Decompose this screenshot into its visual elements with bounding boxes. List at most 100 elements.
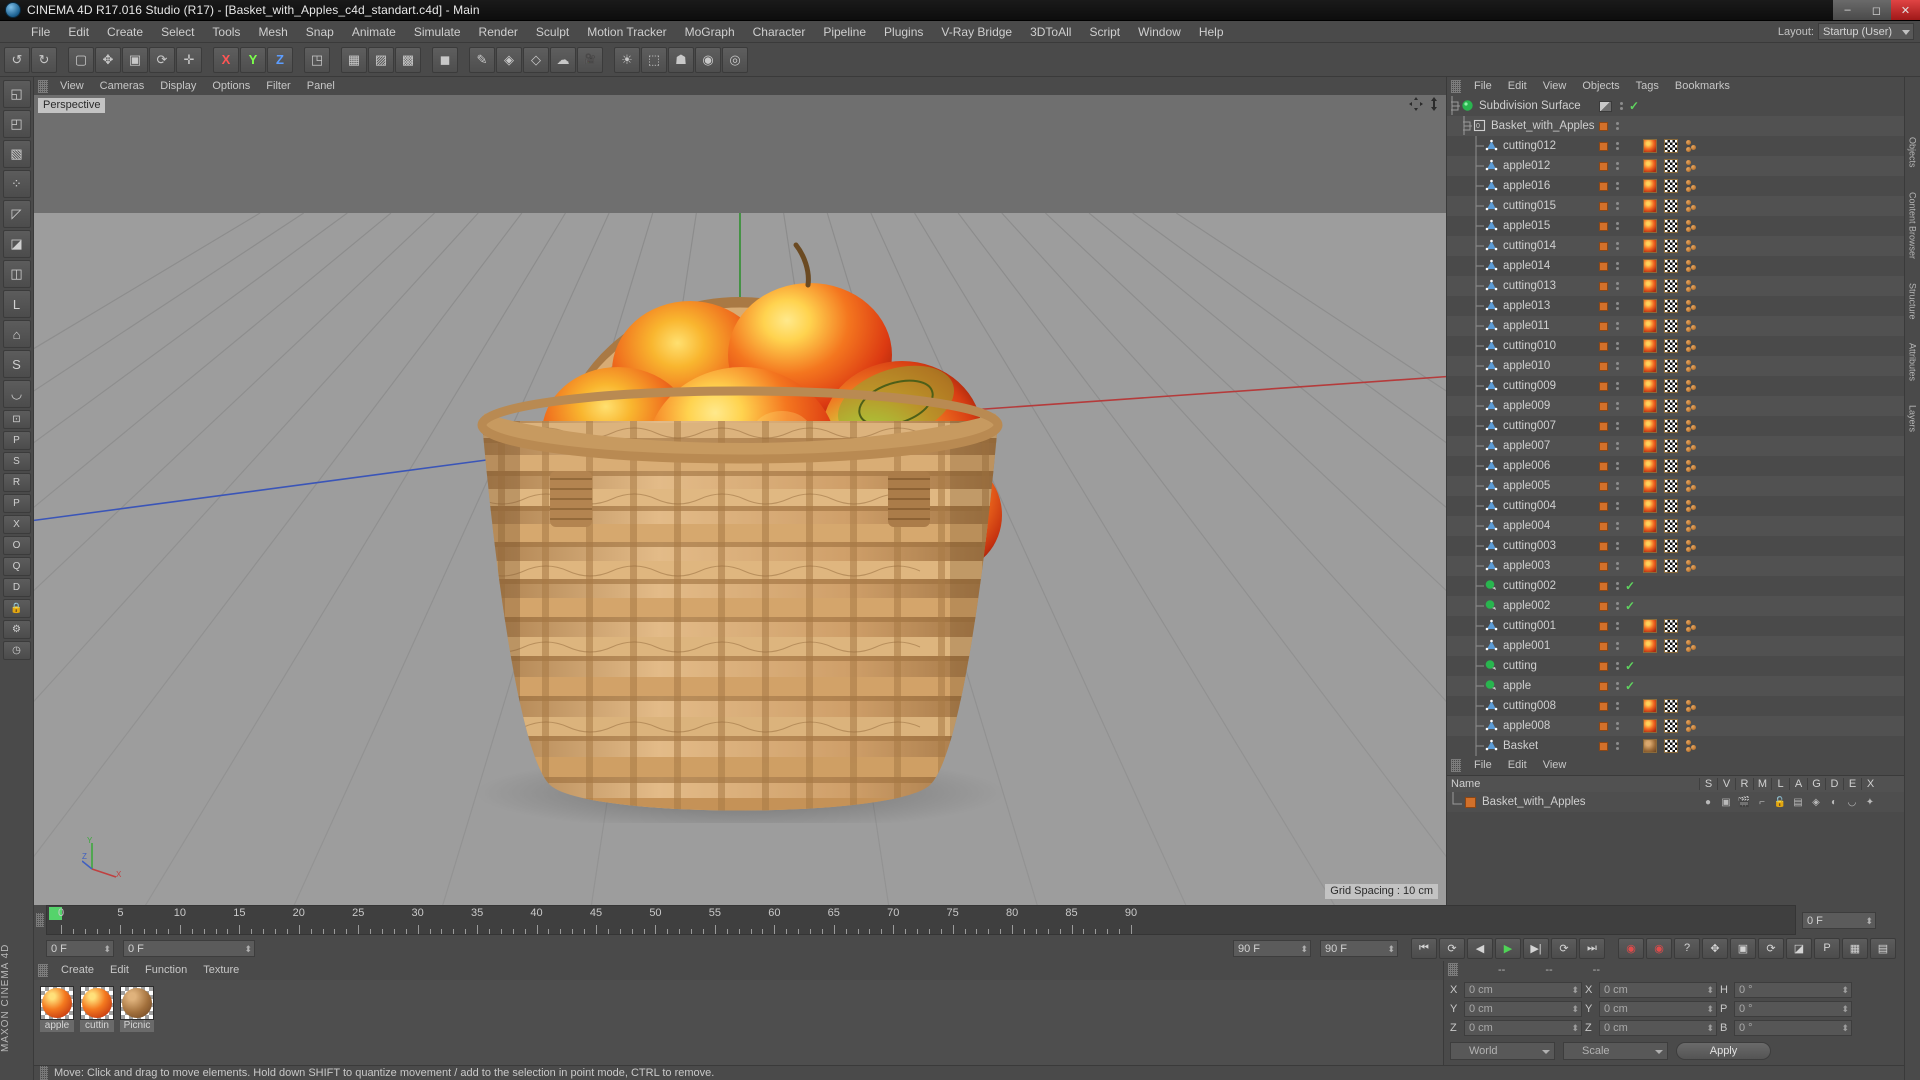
object-name[interactable]: apple011: [1503, 320, 1549, 332]
position-key-button[interactable]: ✥: [1702, 937, 1728, 959]
material-tag-apple-icon[interactable]: [1643, 639, 1657, 653]
menu-item-tools[interactable]: Tools: [203, 21, 249, 43]
layer-color-swatch[interactable]: [1599, 421, 1608, 431]
material-preview-cutting[interactable]: [80, 986, 114, 1020]
parameter-key-button[interactable]: ◪: [1786, 937, 1812, 959]
menu-item-edit[interactable]: Edit: [59, 21, 98, 43]
object-name[interactable]: apple003: [1503, 560, 1550, 572]
selection-tag-icon[interactable]: [1685, 319, 1699, 333]
layer-color-swatch[interactable]: [1599, 361, 1608, 371]
visibility-swatch[interactable]: [1599, 100, 1612, 112]
material-preview-picnic[interactable]: [120, 986, 154, 1020]
layer-color-swatch[interactable]: [1599, 321, 1608, 331]
menu-item-file[interactable]: File: [22, 21, 59, 43]
visibility-dots-icon[interactable]: [1612, 282, 1622, 290]
visibility-dots-icon[interactable]: [1612, 442, 1622, 450]
menu-item-window[interactable]: Window: [1129, 21, 1190, 43]
visibility-dots-icon[interactable]: [1612, 362, 1622, 370]
selection-tag-icon[interactable]: [1685, 519, 1699, 533]
rotation-key-button[interactable]: ⟳: [1758, 937, 1784, 959]
object-name[interactable]: cutting009: [1503, 380, 1556, 392]
edge-tab-structure[interactable]: Structure: [1908, 283, 1918, 320]
add-character-button[interactable]: ☗: [668, 46, 694, 73]
object-row[interactable]: cutting ✓: [1447, 656, 1904, 676]
selection-tag-icon[interactable]: [1685, 279, 1699, 293]
layer-color-swatch[interactable]: [1599, 521, 1608, 531]
object-name[interactable]: apple005: [1503, 480, 1550, 492]
tree-expander-icon[interactable]: [1475, 396, 1485, 416]
tree-expander-icon[interactable]: [1475, 436, 1485, 456]
object-row[interactable]: cutting003: [1447, 536, 1904, 556]
size-mode-dropdown[interactable]: Scale: [1563, 1042, 1668, 1060]
panel-grip-icon[interactable]: [40, 1065, 48, 1080]
maximize-button[interactable]: ◻: [1862, 0, 1891, 20]
visibility-dots-icon[interactable]: [1612, 382, 1622, 390]
viewport-menu-display[interactable]: Display: [152, 77, 204, 95]
enable-axis-button[interactable]: L: [2, 290, 31, 318]
menu-item-v-ray-bridge[interactable]: V-Ray Bridge: [932, 21, 1021, 43]
keyframe-selection-button[interactable]: ?: [1674, 937, 1700, 959]
selection-tag-icon[interactable]: [1685, 419, 1699, 433]
size-field-y[interactable]: 0 cm: [1599, 1000, 1717, 1017]
add-generator-button[interactable]: ◈: [496, 46, 522, 73]
layer-color-swatch[interactable]: [1599, 381, 1608, 391]
position-field-y[interactable]: 0 cm: [1464, 1000, 1582, 1017]
selection-tag-icon[interactable]: [1685, 619, 1699, 633]
edge-tab-content-browser[interactable]: Content Browser: [1908, 192, 1918, 259]
object-row[interactable]: apple002 ✓: [1447, 596, 1904, 616]
viewport-menu-view[interactable]: View: [52, 77, 92, 95]
autokeying-button[interactable]: ◉: [1646, 937, 1672, 959]
model-mode-button[interactable]: ◰: [2, 110, 31, 138]
menu-item-motion-tracker[interactable]: Motion Tracker: [578, 21, 675, 43]
object-row[interactable]: apple008: [1447, 716, 1904, 736]
layer-color-swatch[interactable]: [1599, 261, 1608, 271]
rotation-field-p[interactable]: 0 °: [1734, 1000, 1852, 1017]
add-cube-button[interactable]: ◼: [432, 46, 458, 73]
layout-dropdown[interactable]: Startup (User): [1818, 23, 1914, 40]
generator-icon[interactable]: ◈: [1807, 797, 1825, 808]
settings-gear-button[interactable]: ⚙: [2, 620, 31, 639]
object-name[interactable]: cutting007: [1503, 420, 1556, 432]
tree-expander-icon[interactable]: [1475, 736, 1485, 756]
object-name[interactable]: cutting004: [1503, 500, 1556, 512]
tree-expander-icon[interactable]: [1475, 416, 1485, 436]
selection-tag-icon[interactable]: [1685, 339, 1699, 353]
layer-color-swatch[interactable]: [1599, 481, 1608, 491]
menu-item-render[interactable]: Render: [470, 21, 527, 43]
rotation-field-h[interactable]: 0 °: [1734, 981, 1852, 998]
object-name[interactable]: apple010: [1503, 360, 1550, 372]
layer-color-swatch[interactable]: [1599, 181, 1608, 191]
uv-tag-icon[interactable]: [1664, 319, 1678, 333]
object-row[interactable]: apple006: [1447, 456, 1904, 476]
object-name[interactable]: Basket_with_Apples: [1491, 120, 1595, 132]
tree-expander-icon[interactable]: [1475, 376, 1485, 396]
visibility-dots-icon[interactable]: [1612, 162, 1622, 170]
uv-tag-icon[interactable]: [1664, 339, 1678, 353]
layer-color-swatch[interactable]: [1599, 401, 1608, 411]
material-manager-menu-function[interactable]: Function: [137, 961, 195, 980]
material-tag-apple-icon[interactable]: [1643, 239, 1657, 253]
object-row[interactable]: apple ✓: [1447, 676, 1904, 696]
close-button[interactable]: ✕: [1891, 0, 1920, 20]
material-tag-apple-icon[interactable]: [1643, 359, 1657, 373]
layer-color-swatch[interactable]: [1599, 241, 1608, 251]
tree-expander-icon[interactable]: [1475, 196, 1485, 216]
visibility-dots-icon[interactable]: [1612, 522, 1622, 530]
scale-key-button[interactable]: ▣: [1730, 937, 1756, 959]
object-row[interactable]: apple011: [1447, 316, 1904, 336]
object-manager-menu-tags[interactable]: Tags: [1628, 77, 1667, 96]
object-tree[interactable]: Subdivision Surface ✓ 0 Basket_with_Apples c…: [1447, 96, 1904, 756]
tree-expander-icon[interactable]: [1475, 556, 1485, 576]
object-name[interactable]: Subdivision Surface: [1479, 100, 1581, 112]
tree-expander-icon[interactable]: [1475, 276, 1485, 296]
material-manager-menu-texture[interactable]: Texture: [195, 961, 247, 980]
object-row[interactable]: cutting009: [1447, 376, 1904, 396]
menu-item-snap[interactable]: Snap: [297, 21, 343, 43]
basket-with-apples-model[interactable]: [390, 103, 1090, 823]
layer-color-swatch[interactable]: [1599, 201, 1608, 211]
menu-item-animate[interactable]: Animate: [343, 21, 405, 43]
material-tag-apple-icon[interactable]: [1643, 259, 1657, 273]
uv-tag-icon[interactable]: [1664, 139, 1678, 153]
selection-tag-icon[interactable]: [1685, 259, 1699, 273]
selection-tag-icon[interactable]: [1685, 439, 1699, 453]
